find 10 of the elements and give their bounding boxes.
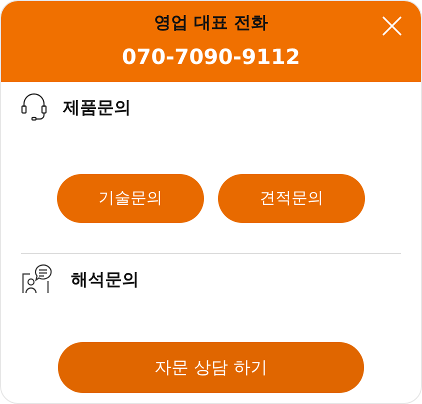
section-title: 해석문의 (71, 268, 139, 290)
close-icon (381, 15, 403, 37)
inquiry-button[interactable]: 자문 상담 하기 (58, 342, 364, 393)
header-title: 영업 대표 전화 (154, 12, 268, 35)
headset-icon (21, 93, 47, 121)
close-button[interactable] (381, 15, 403, 37)
inquiry-button[interactable]: 기술문의 (57, 174, 204, 223)
section-title: 제품문의 (63, 96, 131, 118)
inquiry-button[interactable]: 견적문의 (218, 174, 365, 223)
phone-number: 070-7090-9112 (122, 44, 300, 71)
